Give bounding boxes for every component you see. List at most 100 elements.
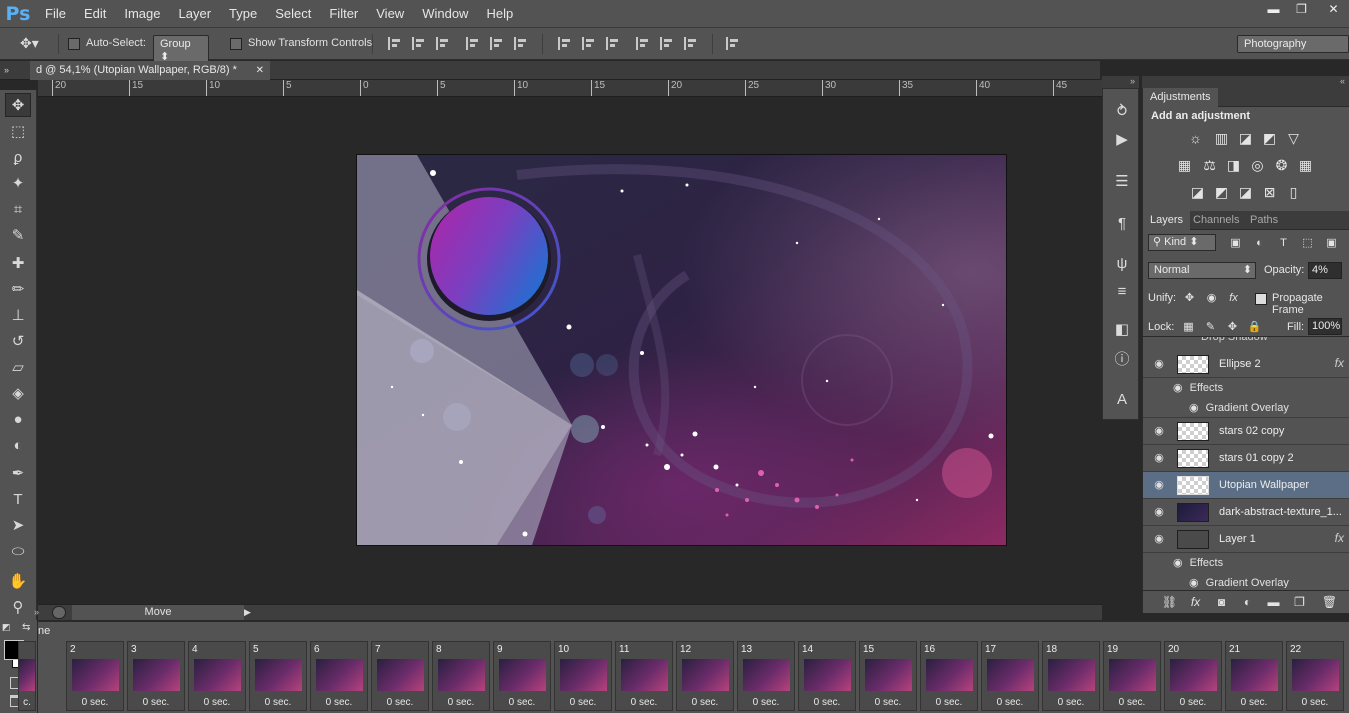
frame-delay[interactable]: 0 sec. <box>921 697 977 708</box>
distribute-right-icon[interactable] <box>684 37 698 50</box>
dock-collapse-icon[interactable]: » <box>1102 76 1139 88</box>
timeline-frame[interactable]: 6 0 sec. <box>310 641 368 711</box>
frame-delay[interactable]: 0 sec. <box>677 697 733 708</box>
visibility-eye-icon[interactable]: ◉ <box>1151 533 1167 545</box>
auto-align-icon[interactable] <box>726 37 740 50</box>
frame-delay[interactable]: 0 sec. <box>799 697 855 708</box>
hand-tool-icon[interactable]: ✋ <box>5 570 31 594</box>
frame-delay[interactable]: 0 sec. <box>189 697 245 708</box>
move-tool-icon[interactable]: ✥ <box>5 93 31 117</box>
visibility-eye-icon[interactable]: ◉ <box>1151 425 1167 437</box>
filter-type-icon[interactable]: T <box>1275 236 1292 251</box>
frame-delay[interactable]: 0 sec. <box>494 697 550 708</box>
align-hcenter-icon[interactable] <box>490 37 504 50</box>
panel-collapse-icon[interactable]: » <box>0 63 30 78</box>
quick-select-tool-icon[interactable]: ✦ <box>5 172 31 196</box>
timeline-frame[interactable]: 4 0 sec. <box>188 641 246 711</box>
distribute-left-icon[interactable] <box>636 37 650 50</box>
layer-row-selected[interactable]: ◉ Utopian Wallpaper <box>1143 472 1349 499</box>
crop-tool-icon[interactable]: ⌗ <box>5 198 31 222</box>
selective-color-icon[interactable]: ⊠ <box>1261 185 1278 200</box>
lasso-tool-icon[interactable]: ϼ <box>5 146 31 170</box>
paragraph-panel-icon[interactable]: ¶ <box>1111 213 1133 235</box>
filter-pixel-icon[interactable]: ▣ <box>1227 236 1244 251</box>
document-tab[interactable]: d @ 54,1% (Utopian Wallpaper, RGB/8) * ✕ <box>30 61 270 80</box>
timeline-frame[interactable]: c. <box>18 641 36 711</box>
brightness-contrast-icon[interactable]: ☼ <box>1187 131 1204 146</box>
vibrance-icon[interactable]: ▽ <box>1285 131 1302 146</box>
filter-shape-icon[interactable]: ⬚ <box>1299 236 1316 251</box>
lock-all-icon[interactable]: 🔒 <box>1246 320 1263 335</box>
healing-brush-tool-icon[interactable]: ✚ <box>5 252 31 276</box>
menu-filter[interactable]: Filter <box>320 0 367 27</box>
timeline-frame[interactable]: 14 0 sec. <box>798 641 856 711</box>
color-balance-icon[interactable]: ⚖ <box>1201 158 1218 173</box>
lock-position-icon[interactable]: ✥ <box>1224 320 1241 335</box>
menu-view[interactable]: View <box>367 0 413 27</box>
frame-delay[interactable]: 0 sec. <box>1104 697 1160 708</box>
document-close-icon[interactable]: ✕ <box>256 61 264 80</box>
lock-image-icon[interactable]: ✎ <box>1202 320 1219 335</box>
timeline-frame[interactable]: 21 0 sec. <box>1225 641 1283 711</box>
frame-delay[interactable]: 0 sec. <box>1165 697 1221 708</box>
visibility-eye-icon[interactable]: ◉ <box>1151 452 1167 464</box>
new-group-icon[interactable]: ▬ <box>1265 595 1282 610</box>
panels-collapse-icon[interactable]: « <box>1142 76 1349 88</box>
character-panel-icon[interactable]: A <box>1111 389 1133 411</box>
delete-layer-icon[interactable]: 🗑 <box>1321 595 1338 610</box>
effects-eye-icon[interactable]: ◉ <box>1173 382 1183 394</box>
effects-row[interactable]: ◉ Effects <box>1143 378 1349 398</box>
unify-position-icon[interactable]: ✥ <box>1181 291 1198 306</box>
distribute-bottom-icon[interactable] <box>606 37 620 50</box>
timeline-frame[interactable]: 9 0 sec. <box>493 641 551 711</box>
align-top-icon[interactable] <box>388 37 402 50</box>
timeline-frame[interactable]: 16 0 sec. <box>920 641 978 711</box>
distribute-top-icon[interactable] <box>558 37 572 50</box>
frame-delay[interactable]: c. <box>19 697 35 708</box>
timeline-frame[interactable]: 7 0 sec. <box>371 641 429 711</box>
minimize-button[interactable]: ▬ <box>1260 0 1287 20</box>
opacity-input[interactable]: 4% <box>1308 262 1342 279</box>
menu-window[interactable]: Window <box>413 0 477 27</box>
menu-layer[interactable]: Layer <box>170 0 221 27</box>
brush-presets-panel-icon[interactable]: ψ <box>1111 253 1133 275</box>
effect-row[interactable]: ◉ Gradient Overlay <box>1143 573 1349 588</box>
menu-select[interactable]: Select <box>266 0 320 27</box>
frame-delay[interactable]: 0 sec. <box>1287 697 1343 708</box>
layer-fx-icon[interactable]: fx <box>1335 356 1344 370</box>
status-menu-arrow-icon[interactable]: ▶ <box>244 606 256 619</box>
eyedropper-tool-icon[interactable]: ✎ <box>5 224 31 248</box>
effect-row[interactable]: ◉ Gradient Overlay <box>1143 398 1349 418</box>
align-vcenter-icon[interactable] <box>412 37 426 50</box>
auto-select-checkbox[interactable] <box>68 38 80 50</box>
ellipse-tool-icon[interactable]: ⬭ <box>5 540 31 564</box>
menu-image[interactable]: Image <box>115 0 169 27</box>
propagate-frame-checkbox[interactable] <box>1255 293 1267 305</box>
effect-eye-icon[interactable]: ◉ <box>1189 577 1199 588</box>
frame-delay[interactable]: 0 sec. <box>128 697 184 708</box>
blur-tool-icon[interactable]: ● <box>5 408 31 432</box>
timeline-frame[interactable]: 10 0 sec. <box>554 641 612 711</box>
brush-tool-icon[interactable]: ✏ <box>5 278 31 302</box>
type-tool-icon[interactable]: T <box>5 488 31 512</box>
restore-button[interactable]: ❐ <box>1288 0 1315 20</box>
new-adjustment-icon[interactable]: ◐ <box>1239 595 1256 610</box>
timeline-frame[interactable]: 18 0 sec. <box>1042 641 1100 711</box>
add-mask-icon[interactable]: ◙ <box>1213 595 1230 610</box>
visibility-eye-icon[interactable]: ◉ <box>1151 479 1167 491</box>
lock-transparent-icon[interactable]: ▦ <box>1180 320 1197 335</box>
frame-delay[interactable]: 0 sec. <box>433 697 489 708</box>
distribute-vcenter-icon[interactable] <box>582 37 596 50</box>
hue-saturation-icon[interactable]: ▦ <box>1176 158 1193 173</box>
document-canvas[interactable] <box>357 155 1006 545</box>
align-left-icon[interactable] <box>466 37 480 50</box>
blend-mode-dropdown[interactable]: Normal ⬍ <box>1148 262 1256 279</box>
channel-mixer-icon[interactable]: ❂ <box>1273 158 1290 173</box>
unify-style-icon[interactable]: fx <box>1225 291 1242 306</box>
tab-paths[interactable]: Paths <box>1243 211 1285 230</box>
threshold-icon[interactable]: ◪ <box>1237 185 1254 200</box>
workspace-switcher[interactable]: Photography <box>1237 35 1349 53</box>
effect-eye-icon[interactable]: ◉ <box>1189 402 1199 414</box>
timeline-frame[interactable]: 3 0 sec. <box>127 641 185 711</box>
history-brush-tool-icon[interactable]: ↺ <box>5 330 31 354</box>
